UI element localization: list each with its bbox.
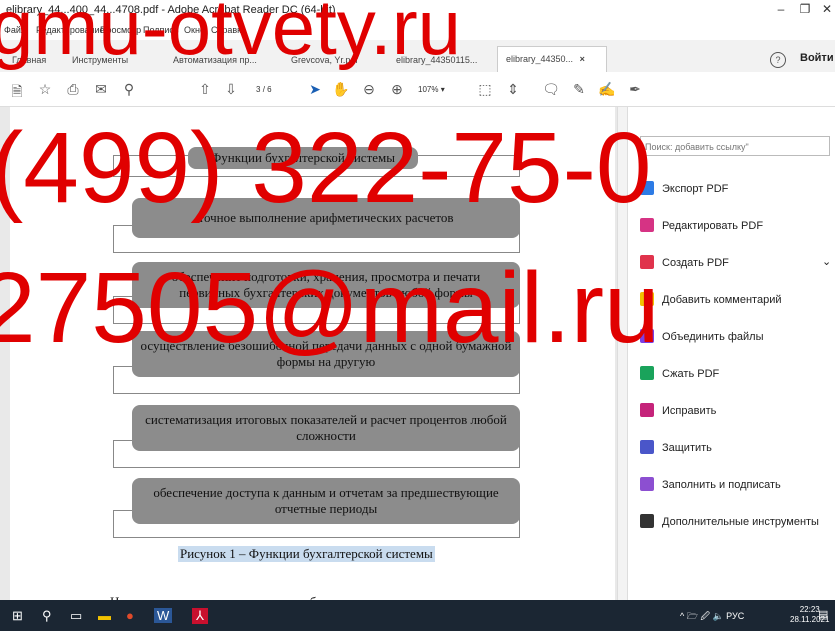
tool-fix[interactable]: Исправить (640, 403, 716, 417)
tool-label: Редактировать PDF (662, 220, 764, 232)
tool-label: Создать PDF (662, 257, 729, 269)
taskbar-search-icon[interactable]: ⚲ (42, 608, 52, 624)
tool-compress-pdf[interactable]: Сжать PDF (640, 366, 719, 380)
system-tray[interactable]: ^ 🗁 🖉 🔈 РУС (680, 609, 744, 625)
tool-more-tools[interactable]: Дополнительные инструменты (640, 514, 819, 528)
tool-add-comment[interactable]: Добавить комментарий (640, 292, 781, 306)
bookmark-star-icon[interactable]: ☆ (36, 81, 54, 98)
fit-page-icon[interactable]: ⬚ (476, 81, 494, 98)
watermark-site: gmu-otvety.ru (0, 0, 462, 71)
draw-icon[interactable]: ✍ (598, 81, 616, 98)
task-view-icon[interactable]: ▭ (70, 608, 82, 624)
tool-label: Объединить файлы (662, 331, 764, 343)
tools-search-input[interactable]: Поиск: добавить ссылку" (640, 136, 830, 156)
tool-label: Заполнить и подписать (662, 479, 781, 491)
tab-label: elibrary_44350... (506, 54, 574, 64)
sign-icon[interactable]: ✒ (626, 81, 644, 98)
comment-icon[interactable]: 🗨 (542, 81, 560, 98)
minimize-button[interactable]: – (772, 2, 790, 16)
tool-label: Добавить комментарий (662, 294, 782, 306)
close-button[interactable]: ✕ (818, 2, 835, 16)
file-explorer-icon[interactable]: ▬ (98, 608, 111, 623)
page-total: / 6 (262, 85, 272, 94)
select-cursor-icon[interactable]: ➤ (306, 81, 324, 98)
acrobat-icon[interactable]: ⅄ (192, 608, 208, 624)
zoom-select[interactable]: 107% ▾ (418, 85, 445, 94)
page-current[interactable]: 3 (256, 85, 260, 94)
tool-label: Сжать PDF (662, 368, 720, 380)
compress-pdf-icon (640, 366, 654, 380)
notifications-icon[interactable]: ▤ (818, 608, 828, 621)
tool-label: Защитить (662, 442, 712, 454)
tool-label: Дополнительные инструменты (662, 516, 819, 528)
tab-close-icon[interactable]: × (580, 54, 585, 64)
sign-in-button[interactable]: Войти (800, 52, 834, 64)
scroll-mode-icon[interactable]: ⇕ (504, 81, 522, 98)
tool-export-pdf[interactable]: Экспорт PDF (640, 181, 728, 195)
diagram-box-5: обеспечение доступа к данным и отчетам з… (132, 478, 520, 524)
help-icon[interactable]: ? (770, 52, 786, 68)
windows-start-icon[interactable]: ⊞ (12, 608, 23, 624)
protect-icon (640, 440, 654, 454)
maximize-button[interactable]: ❐ (796, 2, 814, 16)
toolbar: 🗎 ☆ ⎙ ✉ ⚲ ⇧ ⇩ 3 / 6 ➤ ✋ ⊖ ⊕ 107% ▾ ⬚ ⇕ 🗨… (0, 72, 835, 107)
more-tools-icon (640, 514, 654, 528)
watermark-phone: (499) 322-75-0 (0, 112, 652, 224)
zoom-value: 107% (418, 85, 439, 94)
save-icon[interactable]: 🗎 (8, 81, 26, 105)
hand-tool-icon[interactable]: ✋ (332, 81, 350, 98)
next-page-icon[interactable]: ⇩ (222, 81, 240, 98)
fix-icon (640, 403, 654, 417)
figure-caption: Рисунок 1 – Функции бухгалтерской систем… (178, 546, 435, 562)
email-icon[interactable]: ✉ (92, 81, 110, 98)
previous-page-icon[interactable]: ⇧ (196, 81, 214, 98)
zoom-in-icon[interactable]: ⊕ (388, 81, 406, 98)
tool-fill-sign[interactable]: Заполнить и подписать (640, 477, 781, 491)
watermark-email: 27505@mail.ru (0, 252, 660, 364)
fill-sign-icon (640, 477, 654, 491)
highlight-pen-icon[interactable]: ✎ (570, 81, 588, 98)
chrome-icon[interactable]: ● (126, 608, 134, 623)
taskbar: ⊞ ⚲ ▭ ▬ ● W ⅄ ^ 🗁 🖉 🔈 РУС 22:23 28.11.202… (0, 600, 835, 631)
tool-label: Экспорт PDF (662, 183, 729, 195)
chevron-down-icon[interactable]: ⌄ (822, 255, 831, 268)
word-icon[interactable]: W (154, 608, 173, 623)
tool-label: Исправить (662, 405, 717, 417)
tab-document-active[interactable]: elibrary_44350... × (497, 46, 607, 72)
clock-time: 22:23 (799, 605, 820, 614)
print-icon[interactable]: ⎙ (64, 81, 82, 98)
page-indicator[interactable]: 3 / 6 (256, 85, 272, 94)
zoom-out-icon[interactable]: ⊖ (360, 81, 378, 98)
tool-edit-pdf[interactable]: Редактировать PDF (640, 218, 763, 232)
tool-protect[interactable]: Защитить (640, 440, 712, 454)
diagram-box-4: систематизация итоговых показателей и ра… (132, 405, 520, 451)
search-icon[interactable]: ⚲ (120, 81, 138, 98)
